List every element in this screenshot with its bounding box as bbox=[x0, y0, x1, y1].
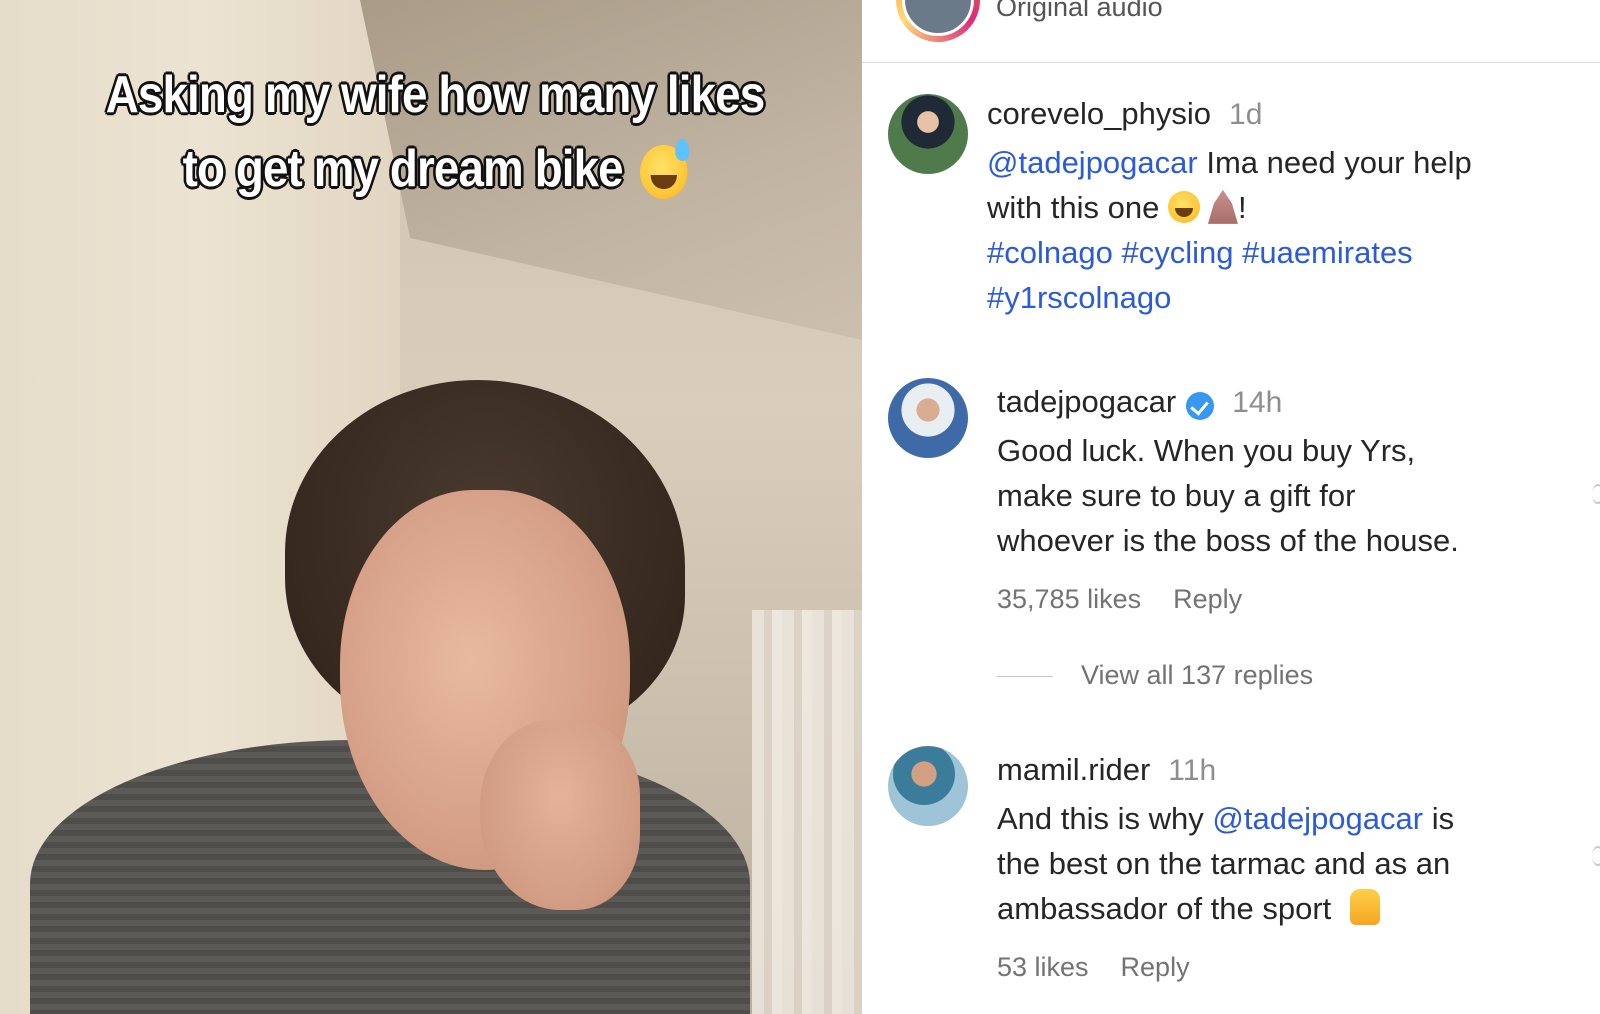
sweat-smile-emoji-icon bbox=[1167, 190, 1200, 223]
comment-body: Good luck. When you buy Yrs, make sure t… bbox=[997, 428, 1587, 563]
video-player[interactable]: Asking my wife how many likes to get my … bbox=[0, 0, 862, 1014]
pray-emoji-icon bbox=[1207, 189, 1238, 224]
comment-time: 11h bbox=[1168, 754, 1217, 787]
comment-text: with this one bbox=[987, 190, 1168, 225]
likes-count[interactable]: 35,785 likes bbox=[997, 584, 1141, 614]
comment-username[interactable]: corevelo_physio bbox=[987, 96, 1211, 131]
thumbs-up-emoji-icon bbox=[1349, 888, 1380, 925]
comment-text: is bbox=[1423, 801, 1455, 836]
hashtag-link[interactable]: #y1rscolnago bbox=[987, 280, 1171, 315]
comment-line: whoever is the boss of the house. bbox=[997, 523, 1459, 558]
like-heart-icon[interactable] bbox=[1592, 846, 1600, 866]
avatar[interactable] bbox=[888, 378, 968, 458]
replies-divider bbox=[997, 676, 1053, 678]
hashtag-link[interactable]: #cycling bbox=[1121, 235, 1233, 270]
hashtag-link[interactable]: #uaemirates bbox=[1242, 235, 1413, 270]
video-caption-overlay: Asking my wife how many likes to get my … bbox=[87, 58, 782, 206]
likes-count[interactable]: 53 likes bbox=[997, 952, 1089, 982]
view-replies-button[interactable]: View all 137 replies bbox=[997, 660, 1313, 691]
comment-meta: 35,785 likes Reply bbox=[997, 584, 1274, 615]
comment-username[interactable]: mamil.rider bbox=[997, 752, 1150, 787]
reply-button[interactable]: Reply bbox=[1173, 584, 1242, 614]
comment-meta: 53 likes Reply bbox=[997, 952, 1222, 983]
hashtag-link[interactable]: #colnago bbox=[987, 235, 1113, 270]
comment-text: Ima need your help bbox=[1197, 145, 1472, 180]
audio-avatar[interactable] bbox=[896, 0, 980, 42]
verified-badge-icon bbox=[1186, 391, 1215, 420]
comment-body: @tadejpogacar Ima need your help with th… bbox=[987, 140, 1587, 320]
video-caption-line2-wrap: to get my dream bike bbox=[87, 132, 782, 206]
comment-text: ambassador of the sport bbox=[997, 891, 1340, 926]
reply-button[interactable]: Reply bbox=[1121, 952, 1190, 982]
comment-header: tadejpogacar 14h bbox=[997, 384, 1282, 422]
comment-line: ambassador of the sport bbox=[997, 886, 1587, 931]
audio-label[interactable]: Original audio bbox=[996, 0, 1163, 23]
sweat-smile-emoji-icon bbox=[639, 139, 690, 200]
comment-line: make sure to buy a gift for bbox=[997, 478, 1356, 513]
comment-header: corevelo_physio 1d bbox=[987, 96, 1262, 132]
comment-line: #colnago #cycling #uaemirates bbox=[987, 230, 1587, 275]
video-curtain bbox=[752, 610, 862, 1014]
mention-link[interactable]: @tadejpogacar bbox=[1212, 801, 1423, 836]
comment-header: mamil.rider 11h bbox=[997, 752, 1216, 788]
video-caption-line1: Asking my wife how many likes bbox=[105, 66, 765, 124]
mention-link[interactable]: @tadejpogacar bbox=[987, 145, 1198, 180]
video-person-hand bbox=[480, 720, 640, 910]
avatar[interactable] bbox=[888, 94, 968, 174]
view-replies-label[interactable]: View all 137 replies bbox=[1081, 660, 1313, 690]
like-heart-icon[interactable] bbox=[1592, 484, 1600, 504]
comment-line: And this is why @tadejpogacar is bbox=[997, 796, 1587, 841]
comment-line: Good luck. When you buy Yrs, bbox=[997, 433, 1416, 468]
comments-panel: Original audio corevelo_physio 1d @tadejp… bbox=[862, 0, 1600, 1014]
comment-time: 14h bbox=[1232, 386, 1283, 419]
audio-row[interactable]: Original audio bbox=[862, 0, 1600, 63]
comment-line: @tadejpogacar Ima need your help bbox=[987, 140, 1587, 185]
comment-text: ! bbox=[1237, 190, 1247, 225]
video-caption-line2: to get my dream bike bbox=[182, 140, 624, 198]
comment-username[interactable]: tadejpogacar bbox=[997, 384, 1176, 419]
comment-body: And this is why @tadejpogacar is the bes… bbox=[997, 796, 1587, 931]
comment-line: with this one ! bbox=[987, 185, 1587, 230]
avatar[interactable] bbox=[888, 746, 968, 826]
comment-text: And this is why bbox=[997, 801, 1213, 836]
comment-time: 1d bbox=[1229, 98, 1263, 131]
comment-line: the best on the tarmac and as an bbox=[997, 846, 1451, 881]
comment-line: #y1rscolnago bbox=[987, 275, 1587, 320]
